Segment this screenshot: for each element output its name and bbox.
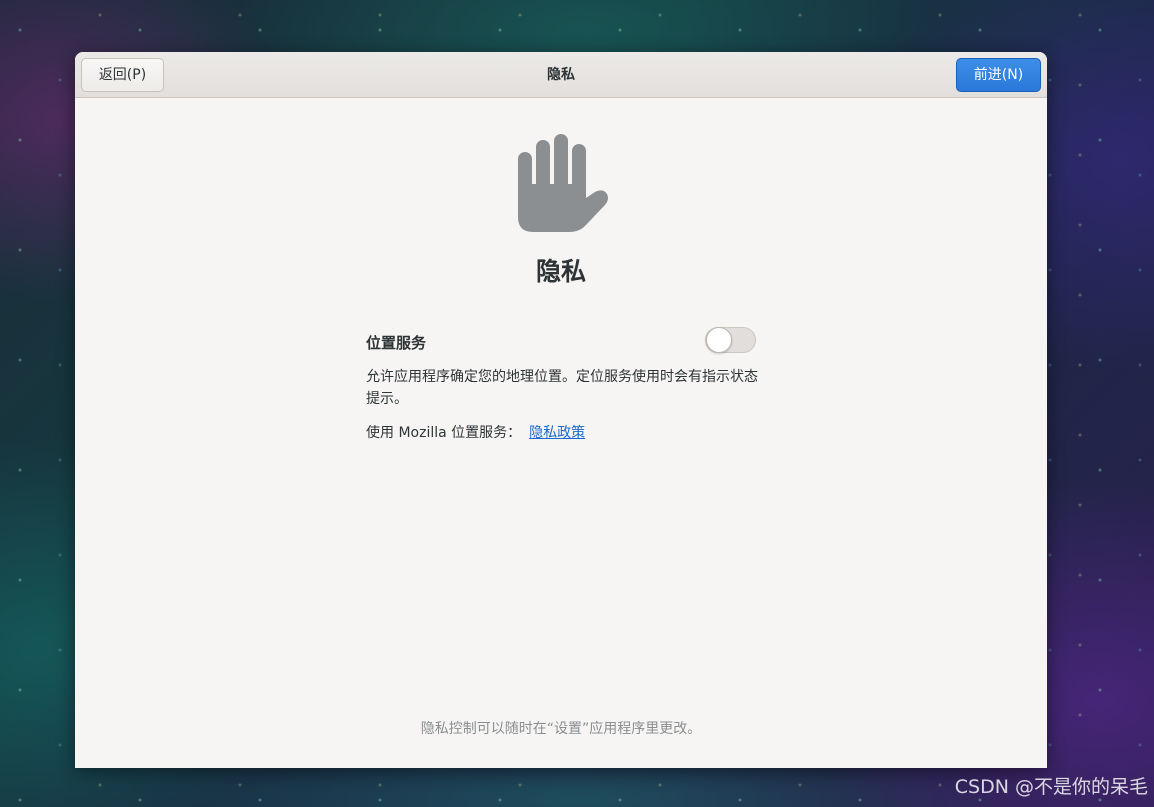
switch-knob <box>706 327 732 353</box>
location-services-label: 位置服务 <box>366 334 427 352</box>
privacy-setup-window: 返回(P) 隐私 前进(N) 隐私 位置服务 允许应用程序确定您的地理位置。定位… <box>75 52 1047 768</box>
mozilla-location-text: 使用 Mozilla 位置服务： <box>366 425 522 441</box>
location-services-description: 允许应用程序确定您的地理位置。定位服务使用时会有指示状态提示。 <box>366 369 758 407</box>
location-services-switch[interactable] <box>705 327 756 353</box>
header-bar: 返回(P) 隐私 前进(N) <box>75 52 1047 98</box>
next-button[interactable]: 前进(N) <box>956 58 1041 92</box>
footer-note: 隐私控制可以随时在“设置”应用程序里更改。 <box>420 721 702 737</box>
mozilla-location-line: 使用 Mozilla 位置服务： 隐私政策 <box>366 422 585 442</box>
page-title: 隐私 <box>535 257 586 286</box>
watermark: CSDN @不是你的呆毛 <box>954 776 1148 798</box>
hand-stop-icon <box>518 134 608 232</box>
privacy-policy-link[interactable]: 隐私政策 <box>529 425 585 441</box>
window-title: 隐私 <box>547 67 575 83</box>
